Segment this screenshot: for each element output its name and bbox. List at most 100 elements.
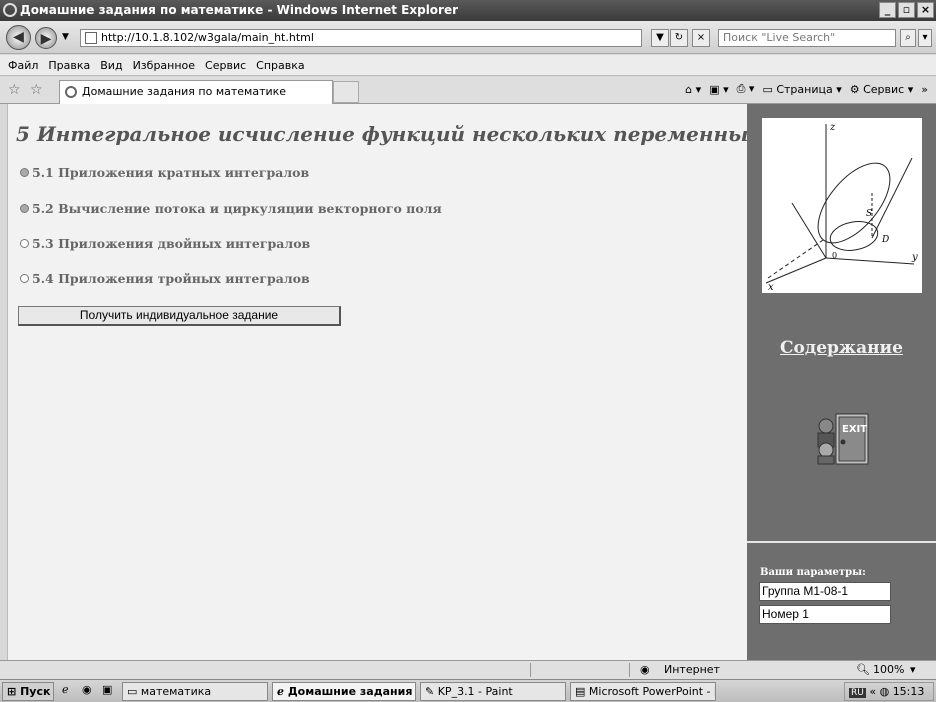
start-label: Пуск: [20, 685, 51, 698]
maximize-button[interactable]: ▫: [898, 2, 915, 18]
option-5-4[interactable]: 5.4 Приложения тройных интегралов: [20, 271, 310, 286]
zoom-level[interactable]: 100%: [873, 663, 904, 676]
axis-label-y: y: [911, 252, 918, 263]
ie-task-icon: ℯ: [277, 685, 284, 698]
system-tray: RU « ◍ 15:13: [844, 682, 934, 701]
address-toolbar: ◀ ▶ ▼ http://10.1.8.102/w3gala/main_ht.h…: [0, 21, 936, 54]
task-folder[interactable]: ▭ математика: [122, 682, 268, 701]
task-label: Microsoft PowerPoint - [...: [588, 685, 716, 698]
menu-edit[interactable]: Правка: [48, 59, 90, 72]
exit-icon[interactable]: EXIT: [814, 412, 870, 466]
main-content: 5 Интегральное исчисление функций нескол…: [7, 104, 760, 660]
search-input[interactable]: Поиск "Live Search": [718, 29, 896, 47]
contents-link[interactable]: Содержание: [747, 338, 936, 358]
tray-chevron-icon[interactable]: «: [869, 685, 876, 698]
tab-bar: ☆ ☆ Домашние задания по математике ⌂ ▾ ▣…: [0, 77, 936, 104]
integral-figure: z y x 0 S D: [762, 118, 922, 293]
option-label: 5.2 Вычисление потока и циркуляции векто…: [32, 201, 442, 216]
folder-icon: ▭: [127, 685, 138, 698]
close-button[interactable]: ×: [917, 2, 934, 18]
group-field[interactable]: Группа М1-08-1: [759, 582, 891, 601]
zone-label: Интернет: [664, 663, 720, 676]
task-powerpoint[interactable]: ▤ Microsoft PowerPoint - [...: [570, 682, 716, 701]
task-label: Домашние задания п...: [287, 685, 415, 698]
windows-logo-icon: ⊞: [7, 685, 17, 698]
surface-label-s: S: [866, 209, 872, 219]
ie-quicklaunch-icon[interactable]: ℯ: [62, 683, 69, 696]
status-bar: ◉ Интернет 🔍︎ 100% ▾: [0, 660, 936, 679]
ie-page-icon: [65, 86, 77, 98]
feeds-icon[interactable]: ▣ ▾: [709, 83, 728, 96]
radio-icon[interactable]: [20, 239, 29, 248]
url-text: http://10.1.8.102/w3gala/main_ht.html: [101, 31, 314, 44]
page-menu[interactable]: ▭ Страница ▾: [762, 83, 841, 96]
tools-menu-label: Сервис: [863, 82, 905, 96]
address-input[interactable]: http://10.1.8.102/w3gala/main_ht.html: [80, 29, 642, 47]
window-titlebar[interactable]: Домашние задания по математике - Windows…: [0, 0, 936, 21]
network-icon[interactable]: ◍: [880, 685, 890, 698]
params-panel: Ваши параметры: Группа М1-08-1 Номер 1: [747, 541, 936, 660]
axis-label-z: z: [829, 122, 836, 133]
params-label: Ваши параметры:: [760, 567, 866, 578]
exit-text: EXIT: [842, 424, 867, 435]
radio-icon[interactable]: [20, 168, 29, 177]
minimize-button[interactable]: _: [879, 2, 896, 18]
number-field[interactable]: Номер 1: [759, 605, 891, 624]
search-options-icon[interactable]: ▾: [918, 29, 932, 47]
powerpoint-icon: ▤: [575, 685, 586, 698]
task-label: KP_3.1 - Paint: [437, 685, 513, 698]
region-label-d: D: [881, 235, 889, 245]
task-paint[interactable]: ✎ KP_3.1 - Paint: [420, 682, 566, 701]
search-icon[interactable]: ⌕: [900, 29, 916, 47]
radio-icon[interactable]: [20, 274, 29, 283]
url-dropdown-icon[interactable]: ▼: [651, 29, 669, 47]
print-icon[interactable]: ⎙ ▾: [737, 82, 755, 96]
menu-favorites[interactable]: Избранное: [133, 59, 195, 72]
window-title: Домашние задания по математике - Windows…: [20, 3, 459, 17]
menu-bar: Файл Правка Вид Избранное Сервис Справка: [0, 55, 936, 76]
ie-icon: [3, 3, 17, 17]
start-button[interactable]: ⊞ Пуск: [2, 682, 54, 701]
menu-file[interactable]: Файл: [8, 59, 38, 72]
option-label: 5.3 Приложения двойных интегралов: [32, 236, 311, 251]
zoom-dropdown-icon[interactable]: ▾: [910, 663, 916, 676]
forward-icon[interactable]: ▶: [35, 27, 57, 49]
radio-icon[interactable]: [20, 204, 29, 213]
clock: 15:13: [892, 685, 925, 698]
tools-menu[interactable]: ⚙ Сервис ▾: [850, 83, 914, 96]
sidebar: z y x 0 S D Содержание EXIT Ваши парамет…: [747, 104, 936, 660]
menu-help[interactable]: Справка: [256, 59, 304, 72]
option-label: 5.4 Приложения тройных интегралов: [32, 271, 310, 286]
lang-indicator[interactable]: RU: [849, 688, 866, 698]
refresh-icon[interactable]: ↻: [670, 29, 688, 47]
option-5-3[interactable]: 5.3 Приложения двойных интегралов: [20, 236, 310, 251]
option-5-1[interactable]: 5.1 Приложения кратных интегралов: [20, 165, 309, 180]
back-icon[interactable]: ◀: [6, 25, 31, 50]
option-label: 5.1 Приложения кратных интегралов: [32, 165, 310, 180]
menu-view[interactable]: Вид: [100, 59, 122, 72]
menu-tools[interactable]: Сервис: [205, 59, 246, 72]
zoom-icon[interactable]: 🔍︎: [856, 663, 870, 676]
axis-label-x: x: [768, 282, 774, 293]
option-5-2[interactable]: 5.2 Вычисление потока и циркуляции векто…: [20, 201, 442, 216]
history-dropdown-icon[interactable]: ▼: [62, 32, 69, 42]
page-icon: [85, 32, 97, 44]
more-chevron-icon[interactable]: »: [921, 83, 928, 96]
task-label: математика: [140, 685, 212, 698]
origin-label: 0: [832, 251, 837, 260]
tab-current[interactable]: Домашние задания по математике: [59, 80, 333, 104]
task-ie[interactable]: ℯ Домашние задания п...: [272, 682, 416, 701]
home-icon[interactable]: ⌂ ▾: [685, 83, 701, 96]
stop-icon[interactable]: ×: [692, 29, 710, 47]
favorites-star-icon[interactable]: ☆: [8, 82, 21, 98]
new-tab-button[interactable]: [333, 81, 359, 103]
add-favorites-icon[interactable]: ☆: [30, 82, 43, 98]
status-panels: [530, 663, 630, 677]
get-task-button[interactable]: Получить индивидуальное задание: [18, 306, 341, 326]
media-quicklaunch-icon[interactable]: ◉: [82, 683, 92, 696]
tab-label: Домашние задания по математике: [82, 85, 287, 98]
desktop-quicklaunch-icon[interactable]: ▣: [102, 683, 112, 696]
taskbar: ⊞ Пуск ℯ ◉ ▣ ▭ математика ℯ Домашние зад…: [0, 679, 936, 702]
page-menu-label: Страница: [776, 82, 833, 96]
paint-icon: ✎: [425, 685, 435, 698]
